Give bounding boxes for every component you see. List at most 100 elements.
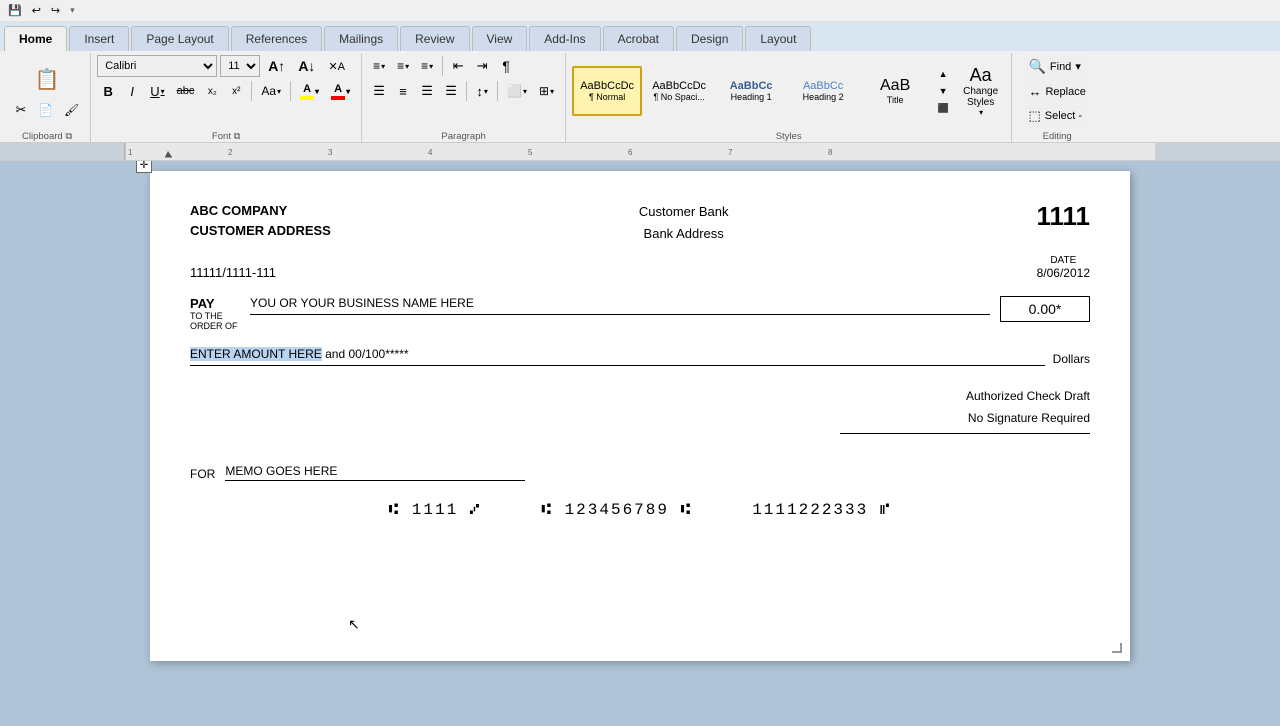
replace-button[interactable]: ↔ Replace xyxy=(1023,81,1090,102)
numbering-button[interactable]: ≡▾ xyxy=(392,55,414,77)
bullets-button[interactable]: ≡▾ xyxy=(368,55,390,77)
tab-view[interactable]: View xyxy=(472,26,528,51)
undo-button[interactable]: ↩ xyxy=(28,2,45,19)
line-spacing-button[interactable]: ↕▾ xyxy=(471,80,493,102)
highlight-color xyxy=(300,96,314,100)
ruler-svg: 1 2 3 4 5 6 7 8 xyxy=(0,143,1280,160)
para-row2: ☰ ≡ ☰ ☰ ↕▾ ⬜▾ ⊞▾ xyxy=(368,80,559,102)
underline-dropdown-arrow: ▾ xyxy=(161,87,165,96)
move-handle[interactable]: ✛ xyxy=(136,161,152,173)
svg-text:4: 4 xyxy=(428,148,433,157)
borders-arrow: ▾ xyxy=(550,87,554,96)
clear-format-button[interactable]: ✕A xyxy=(323,55,350,77)
style-h2-button[interactable]: AaBbCc Heading 2 xyxy=(788,66,858,116)
clipboard-label: Clipboard ⧉ xyxy=(22,131,72,142)
bullets-arrow: ▾ xyxy=(381,62,385,71)
svg-text:7: 7 xyxy=(728,148,733,157)
font-grow-button[interactable]: A↑ xyxy=(263,55,290,77)
change-case-button[interactable]: Aa▾ xyxy=(256,80,286,102)
style-normal-button[interactable]: AaBbCcDc ¶ Normal xyxy=(572,66,642,116)
highlight-button[interactable]: A ▾ xyxy=(295,80,324,102)
styles-section: AaBbCcDc ¶ Normal AaBbCcDc ¶ No Spaci...… xyxy=(566,53,1012,142)
styles-scroll-up[interactable]: ▲ xyxy=(932,66,954,82)
decrease-indent-button[interactable]: ⇤ xyxy=(447,55,469,77)
font-expand[interactable]: ⧉ xyxy=(234,131,241,142)
subscript-button[interactable]: x₂ xyxy=(201,80,223,102)
superscript-button[interactable]: x² xyxy=(225,80,247,102)
multilevel-button[interactable]: ≡▾ xyxy=(416,55,438,77)
tab-mailings[interactable]: Mailings xyxy=(324,26,398,51)
para-row1: ≡▾ ≡▾ ≡▾ ⇤ ⇥ ¶ xyxy=(368,55,517,77)
change-styles-label: Change Styles xyxy=(963,86,998,108)
font-label: Font ⧉ xyxy=(212,131,240,142)
align-right-button[interactable]: ☰ xyxy=(416,80,438,102)
tab-layout[interactable]: Layout xyxy=(745,26,811,51)
font-family-select[interactable]: Calibri xyxy=(97,55,217,77)
tab-home[interactable]: Home xyxy=(4,26,67,51)
increase-indent-button[interactable]: ⇥ xyxy=(471,55,493,77)
bold-button[interactable]: B xyxy=(97,80,119,102)
paragraph-label: Paragraph xyxy=(441,131,485,142)
tab-addins[interactable]: Add-Ins xyxy=(529,26,600,51)
font-shrink-button[interactable]: A↓ xyxy=(293,55,320,77)
date-area: DATE 8/06/2012 xyxy=(1037,255,1090,280)
font-color-button[interactable]: A ▾ xyxy=(326,80,355,102)
page-area: ✛ ABC COMPANY CUSTOMER ADDRESS Customer … xyxy=(0,161,1280,726)
micr-left: ⑆ 1111 ⑇ xyxy=(389,501,482,519)
routing-number: 11111/1111-111 xyxy=(190,265,276,280)
italic-button[interactable]: I xyxy=(121,80,143,102)
style-h1-button[interactable]: AaBbCc Heading 1 xyxy=(716,66,786,116)
select-button[interactable]: ⬚ Select - xyxy=(1023,105,1087,127)
style-normal-preview: AaBbCcDc xyxy=(580,80,634,92)
cut-button[interactable]: ✂ xyxy=(10,99,32,121)
paste-button[interactable]: 📋 xyxy=(29,61,65,97)
clipboard-row: ✂ 📄 🖌 xyxy=(10,99,84,121)
style-nospacing-sublabel: ¶ No Spaci... xyxy=(653,92,704,102)
underline-button[interactable]: U▾ xyxy=(145,80,169,102)
style-nospacing-preview: AaBbCcDc xyxy=(652,80,706,92)
amount-words: ENTER AMOUNT HERE and 00/100***** xyxy=(190,347,1045,366)
save-button[interactable]: 💾 xyxy=(4,2,26,19)
change-styles-button[interactable]: Aa Change Styles ▾ xyxy=(956,66,1005,116)
bank-address: Bank Address xyxy=(639,223,729,245)
for-label: FOR xyxy=(190,467,215,481)
align-left-button[interactable]: ☰ xyxy=(368,80,390,102)
justify-button[interactable]: ☰ xyxy=(440,80,462,102)
redo-button[interactable]: ↪ xyxy=(47,2,64,19)
style-title-button[interactable]: AaB Title xyxy=(860,66,930,116)
style-nospacing-button[interactable]: AaBbCcDc ¶ No Spaci... xyxy=(644,66,714,116)
strikethrough-button[interactable]: abc xyxy=(172,80,200,102)
align-center-button[interactable]: ≡ xyxy=(392,80,414,102)
style-title-preview: AaB xyxy=(880,77,910,95)
tab-page-layout[interactable]: Page Layout xyxy=(131,26,228,51)
font-color-dropdown-arrow: ▾ xyxy=(346,87,350,96)
font-size-select[interactable]: 11 xyxy=(220,55,260,77)
styles-more-button[interactable]: ⬛ xyxy=(932,100,954,116)
borders-button[interactable]: ⊞▾ xyxy=(534,80,559,102)
payee-line: YOU OR YOUR BUSINESS NAME HERE xyxy=(250,296,990,315)
font-separator2 xyxy=(290,81,291,101)
qat-dropdown[interactable]: ▾ xyxy=(70,5,75,16)
styles-scroll-down[interactable]: ▼ xyxy=(932,83,954,99)
font-row1: Calibri 11 A↑ A↓ ✕A xyxy=(97,55,350,77)
find-dropdown-arrow: ▾ xyxy=(1075,60,1081,73)
tab-acrobat[interactable]: Acrobat xyxy=(603,26,674,51)
amount-words-highlighted: ENTER AMOUNT HERE xyxy=(190,347,322,361)
show-hide-button[interactable]: ¶ xyxy=(495,55,517,77)
find-button[interactable]: 🔍 Find ▾ xyxy=(1023,55,1085,78)
find-label: Find xyxy=(1050,61,1071,73)
tab-review[interactable]: Review xyxy=(400,26,469,51)
shading-button[interactable]: ⬜▾ xyxy=(502,80,532,102)
document-page: ✛ ABC COMPANY CUSTOMER ADDRESS Customer … xyxy=(150,171,1130,661)
select-icon: ⬚ xyxy=(1028,108,1040,124)
styles-scroll-arrows: ▲ ▼ ⬛ xyxy=(932,66,954,116)
tab-insert[interactable]: Insert xyxy=(69,26,129,51)
tab-design[interactable]: Design xyxy=(676,26,743,51)
resize-handle[interactable] xyxy=(1112,643,1122,653)
copy-button[interactable]: 📄 xyxy=(33,99,58,121)
clipboard-expand[interactable]: ⧉ xyxy=(65,131,72,142)
format-painter-button[interactable]: 🖌 xyxy=(59,99,84,121)
tab-references[interactable]: References xyxy=(231,26,322,51)
paragraph-section: ≡▾ ≡▾ ≡▾ ⇤ ⇥ ¶ ☰ ≡ ☰ ☰ ↕▾ ⬜▾ ⊞▾ Paragrap… xyxy=(362,53,566,142)
editing-section: 🔍 Find ▾ ↔ Replace ⬚ Select - Editing xyxy=(1012,53,1102,142)
